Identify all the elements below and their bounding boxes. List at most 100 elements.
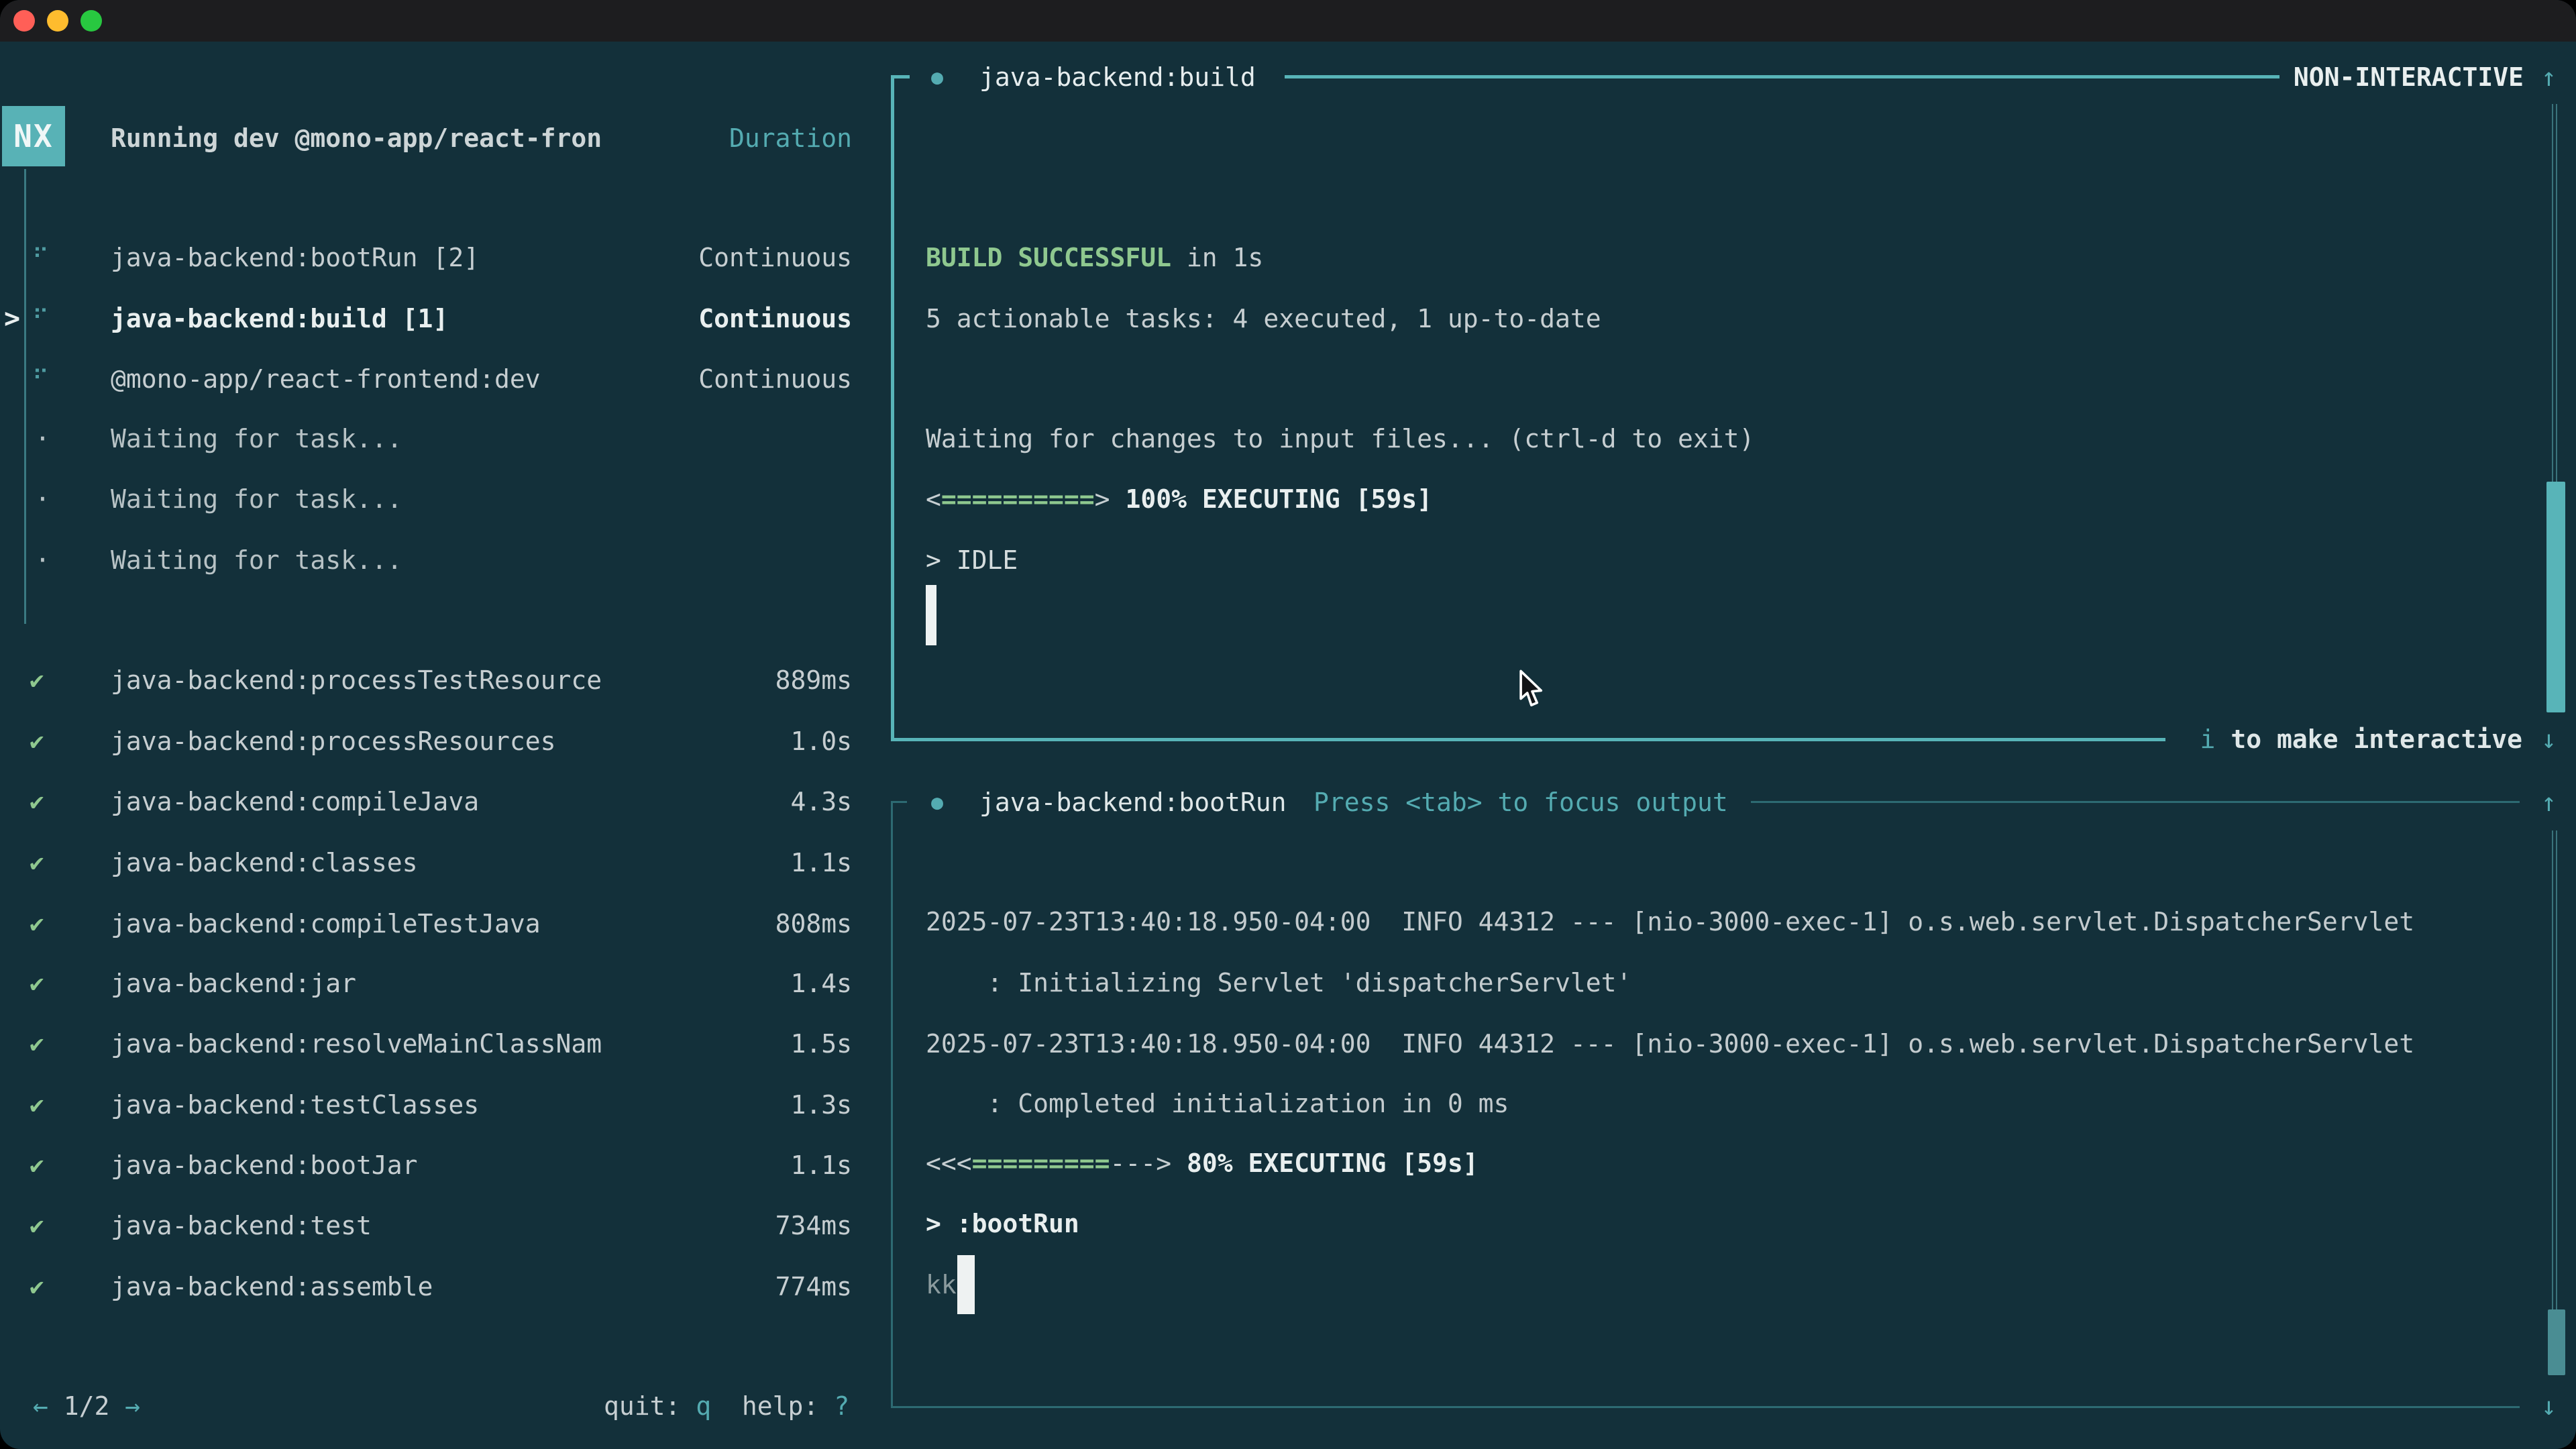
task-duration: 1.1s — [631, 1134, 852, 1196]
help-label: help: — [711, 1391, 834, 1421]
check-icon: ✔ — [30, 953, 44, 1014]
progress-close-bracket: > — [1156, 1148, 1171, 1178]
terminal-cursor — [957, 1255, 975, 1314]
progress-open-bracket: <<< — [926, 1148, 972, 1178]
spinner-icon: ⠋ — [32, 288, 49, 350]
sidebar-task-bootrun[interactable]: java-backend:bootRun [2] — [111, 227, 479, 288]
gradle-progress-line: <<<=========---> 80% EXECUTING [59s] — [926, 1132, 1479, 1194]
sidebar-task-completed[interactable]: java-backend:testClasses — [111, 1074, 479, 1136]
build-result-line: BUILD SUCCESSFUL in 1s — [926, 227, 1263, 288]
zoom-button-icon[interactable] — [80, 10, 102, 32]
interactive-hint-key: i — [2200, 724, 2216, 754]
sidebar-header-title: Running dev @mono-app/react-fron — [111, 107, 602, 169]
sidebar-task-build-selected[interactable]: java-backend:build [1] — [111, 288, 448, 350]
keyboard-hints: quit: q help: ? — [604, 1375, 849, 1437]
build-pane-border-stub — [891, 75, 910, 78]
task-status: Continuous — [631, 227, 852, 288]
check-icon: ✔ — [30, 1134, 44, 1196]
bootrun-pane-left-border — [891, 801, 893, 1407]
sidebar-task-completed[interactable]: java-backend:processResources — [111, 710, 555, 772]
waiting-for-changes-line: Waiting for changes to input files... (c… — [926, 408, 1754, 470]
duration-column-header: Duration — [631, 107, 852, 169]
sidebar-task-completed[interactable]: java-backend:jar — [111, 953, 356, 1014]
build-pane-bottom-border — [891, 738, 2165, 741]
progress-status-label: 100% EXECUTING [59s] — [1110, 484, 1432, 514]
bootrun-pane-bottom-border — [891, 1406, 2520, 1408]
idle-line: > IDLE — [926, 529, 1018, 591]
pagination[interactable]: ← 1/2 → — [33, 1375, 140, 1437]
bootrun-prompt-line: > :bootRun — [926, 1193, 1079, 1254]
bootrun-pane-scroll-track[interactable] — [2552, 830, 2557, 1309]
progress-bar-fill: ========= — [972, 1148, 1110, 1178]
quit-label: quit: — [604, 1391, 696, 1421]
mouse-cursor-icon — [1517, 669, 1547, 708]
sidebar-task-completed[interactable]: java-backend:classes — [111, 832, 418, 894]
task-duration: 1.0s — [631, 710, 852, 772]
selection-arrow-icon: > — [4, 288, 20, 350]
check-icon: ✔ — [30, 649, 44, 711]
log-line: : Completed initialization in 0 ms — [926, 1073, 1509, 1134]
scroll-up-arrow-icon[interactable]: ↑ — [2541, 46, 2557, 108]
close-button-icon[interactable] — [13, 10, 35, 32]
progress-bar-fill: ========== — [941, 484, 1095, 514]
task-duration: 1.1s — [631, 832, 852, 894]
check-icon: ✔ — [30, 771, 44, 833]
build-pane-title: java-backend:build — [979, 46, 1256, 108]
build-pane-scroll-thumb[interactable] — [2546, 482, 2565, 712]
build-pane-mode-badge: NON-INTERACTIVE — [2080, 46, 2524, 108]
tasks-summary-line: 5 actionable tasks: 4 executed, 1 up-to-… — [926, 288, 1601, 350]
task-status: Continuous — [631, 288, 852, 350]
log-line: 2025-07-23T13:40:18.950-04:00 INFO 44312… — [926, 1013, 2414, 1075]
minimize-button-icon[interactable] — [47, 10, 68, 32]
bootrun-pane-title: java-backend:bootRun — [979, 771, 1287, 833]
task-duration: 4.3s — [631, 771, 852, 833]
progress-open-bracket: < — [926, 484, 941, 514]
focus-output-hint: Press <tab> to focus output — [1313, 771, 1728, 833]
check-icon: ✔ — [30, 1195, 44, 1256]
task-duration: 808ms — [631, 893, 852, 955]
scroll-up-arrow-icon[interactable]: ↑ — [2541, 771, 2557, 833]
sidebar-task-completed[interactable]: java-backend:compileTestJava — [111, 893, 541, 955]
check-icon: ✔ — [30, 1074, 44, 1136]
gradle-progress-line: <==========> 100% EXECUTING [59s] — [926, 468, 1432, 530]
sidebar-task-waiting: Waiting for task... — [111, 408, 402, 470]
scroll-down-arrow-icon[interactable]: ↓ — [2541, 1375, 2557, 1437]
window-titlebar — [0, 0, 2576, 42]
check-icon: ✔ — [30, 832, 44, 894]
terminal-cursor — [926, 585, 936, 645]
pending-dot-icon: · — [35, 468, 50, 530]
prev-page-arrow-icon[interactable]: ← — [33, 1391, 48, 1421]
progress-status-label: 80% EXECUTING [59s] — [1171, 1148, 1479, 1178]
sidebar-task-completed[interactable]: java-backend:processTestResource — [111, 649, 602, 711]
sidebar-task-completed[interactable]: java-backend:assemble — [111, 1256, 433, 1318]
log-line: 2025-07-23T13:40:18.950-04:00 INFO 44312… — [926, 891, 2414, 953]
check-icon: ✔ — [30, 893, 44, 955]
nx-logo: NX — [2, 106, 65, 166]
scroll-down-arrow-icon[interactable]: ↓ — [2541, 708, 2557, 770]
sidebar-task-completed[interactable]: java-backend:compileJava — [111, 771, 479, 833]
spinner-icon: ⠋ — [32, 348, 49, 410]
task-duration: 1.3s — [631, 1074, 852, 1136]
terminal-window: NX Running dev @mono-app/react-fron Dura… — [0, 0, 2576, 1449]
bootrun-pane-scroll-thumb[interactable] — [2548, 1309, 2565, 1375]
task-duration: 1.5s — [631, 1013, 852, 1075]
sidebar-task-completed[interactable]: java-backend:resolveMainClassNam — [111, 1013, 602, 1075]
sidebar-task-waiting: Waiting for task... — [111, 468, 402, 530]
sidebar-task-frontend-dev[interactable]: @mono-app/react-frontend:dev — [111, 348, 541, 410]
sidebar-task-completed[interactable]: java-backend:test — [111, 1195, 372, 1256]
build-pane-scroll-track[interactable] — [2552, 104, 2557, 482]
check-icon: ✔ — [30, 1013, 44, 1075]
next-page-arrow-icon[interactable]: → — [125, 1391, 140, 1421]
help-key: ? — [834, 1391, 849, 1421]
interactive-hint-text: to make interactive — [2215, 724, 2522, 754]
progress-bar-remaining: --- — [1110, 1148, 1157, 1178]
typed-input-text[interactable]: kk — [926, 1254, 957, 1316]
check-icon: ✔ — [30, 710, 44, 772]
build-time: in 1s — [1171, 243, 1263, 272]
sidebar-task-completed[interactable]: java-backend:bootJar — [111, 1134, 418, 1196]
interactive-hint: i to make interactive — [2012, 708, 2522, 770]
task-duration: 889ms — [631, 649, 852, 711]
bootrun-pane-top-border — [1751, 801, 2520, 803]
task-tree-line — [24, 169, 26, 624]
log-line: : Initializing Servlet 'dispatcherServle… — [926, 952, 1631, 1014]
